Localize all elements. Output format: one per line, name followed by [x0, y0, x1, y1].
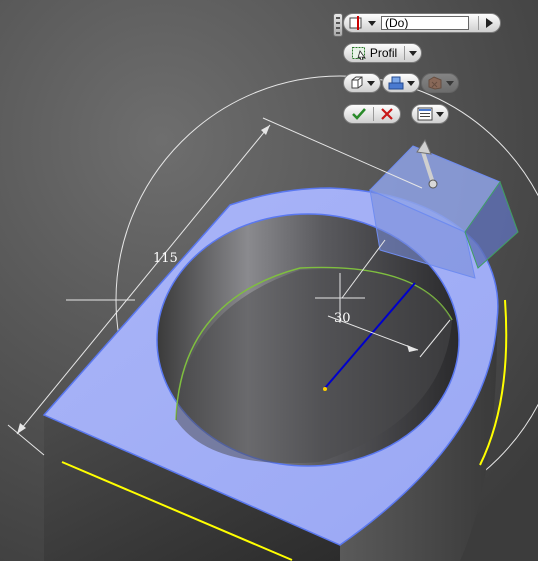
options-dropdown[interactable]	[411, 104, 449, 124]
checkmark-icon	[352, 108, 366, 120]
dimension-30-label[interactable]: 30	[334, 311, 351, 326]
profile-control[interactable]: Profil	[343, 43, 422, 63]
cancel-button[interactable]	[374, 105, 400, 123]
profile-dropdown[interactable]	[405, 44, 421, 62]
profile-label: Profil	[369, 46, 398, 60]
distance-input[interactable]	[381, 16, 469, 30]
axis-endpoint	[323, 387, 327, 391]
operation-button[interactable]	[385, 74, 417, 92]
dimension-115-label[interactable]: 115	[153, 251, 178, 266]
profile-button[interactable]: Profil	[347, 44, 401, 62]
chevron-down-icon	[367, 20, 376, 26]
chevron-down-icon	[409, 50, 417, 56]
profile-select-icon	[351, 47, 366, 60]
extrude-arrow-base[interactable]	[428, 179, 438, 189]
chevron-down-icon	[366, 80, 375, 86]
chevron-down-icon	[435, 111, 444, 117]
play-arrow-icon	[485, 18, 493, 28]
operation-disabled-button	[424, 74, 456, 92]
output-dropdown[interactable]	[343, 73, 381, 93]
chevron-down-icon	[445, 80, 454, 86]
solid-output-icon	[351, 76, 362, 89]
cut-operation-icon	[428, 76, 441, 90]
extent-direction-icon	[349, 16, 361, 30]
join-operation-icon	[388, 76, 403, 90]
distance-control	[343, 13, 501, 33]
output-button[interactable]	[346, 74, 378, 92]
options-button[interactable]	[414, 105, 446, 123]
ok-cancel-group	[343, 104, 401, 124]
direction-dropdown[interactable]	[346, 14, 378, 32]
cancel-x-icon	[381, 108, 393, 120]
operation-disabled-dropdown	[421, 73, 459, 93]
operation-dropdown[interactable]	[382, 73, 420, 93]
options-list-icon	[417, 107, 432, 121]
mini-toolbar-grip[interactable]	[333, 13, 343, 37]
distance-expand-button[interactable]	[480, 14, 498, 32]
ok-button[interactable]	[346, 105, 372, 123]
toolbar-separator	[478, 16, 479, 30]
chevron-down-icon	[406, 80, 415, 86]
